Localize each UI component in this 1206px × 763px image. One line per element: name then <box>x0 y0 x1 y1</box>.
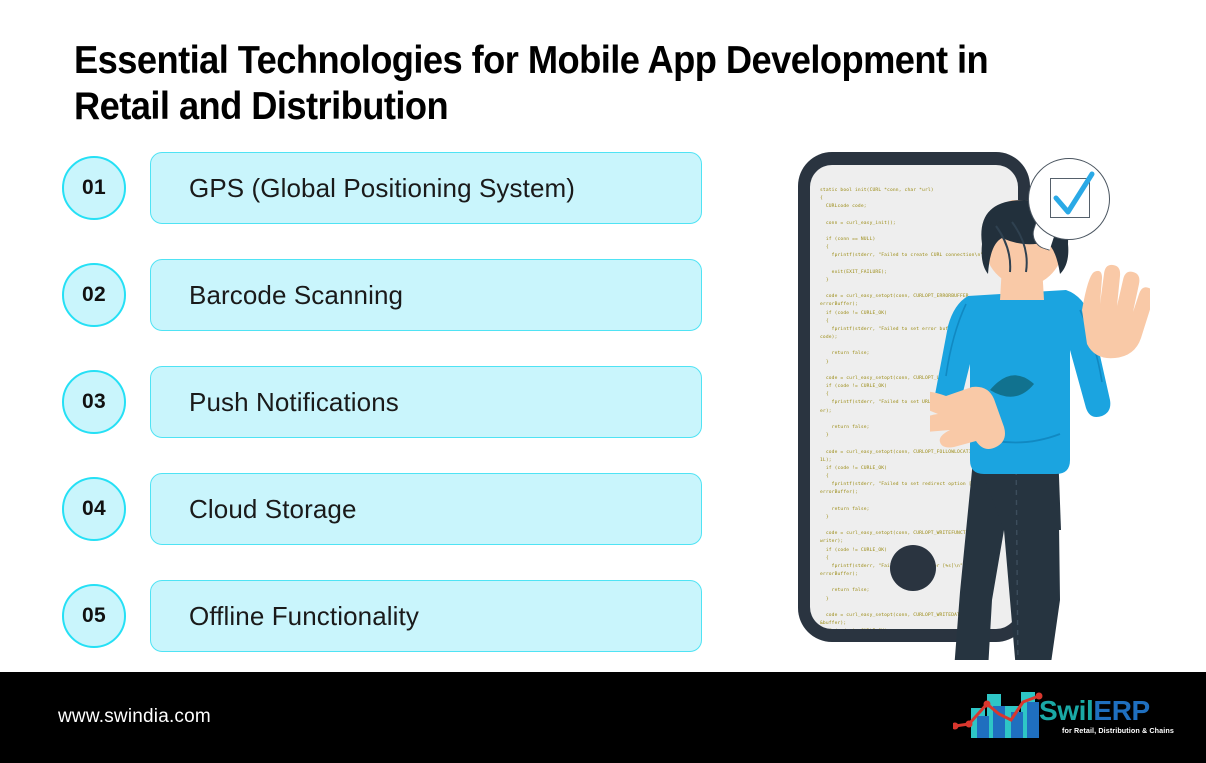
logo-name-primary: Swil <box>1039 695 1094 726</box>
list-item-box[interactable]: GPS (Global Positioning System) <box>150 152 702 224</box>
website-url[interactable]: www.swindia.com <box>58 706 211 728</box>
person-illustration <box>930 200 1150 660</box>
list-item-box[interactable]: Offline Functionality <box>150 580 702 652</box>
list-item-number: 02 <box>82 283 106 306</box>
list-item-box[interactable]: Barcode Scanning <box>150 259 702 331</box>
checkmark-icon <box>1053 171 1095 215</box>
list-item-box[interactable]: Push Notifications <box>150 366 702 438</box>
list-item-number-badge: 03 <box>62 370 126 434</box>
list-item-number: 04 <box>82 497 106 520</box>
logo-tagline: for Retail, Distribution & Chains <box>1062 726 1174 735</box>
list-item-label: Barcode Scanning <box>189 279 404 310</box>
list-item-number: 05 <box>82 604 106 627</box>
list-item-number-badge: 05 <box>62 584 126 648</box>
list-item[interactable]: 01 GPS (Global Positioning System) <box>62 152 712 224</box>
list-item[interactable]: 02 Barcode Scanning <box>62 259 712 331</box>
list-item-number-badge: 01 <box>62 156 126 220</box>
list-item-number-badge: 02 <box>62 263 126 327</box>
infographic-page: Essential Technologies for Mobile App De… <box>0 0 1206 763</box>
logo-name-secondary: ERP <box>1093 695 1150 726</box>
list-item[interactable]: 04 Cloud Storage <box>62 473 712 545</box>
list-item-box[interactable]: Cloud Storage <box>150 473 702 545</box>
logo-wordmark: SwilERP <box>1039 697 1150 725</box>
illustration: static bool init(CURL *conn, char *url) … <box>760 140 1180 660</box>
list-item-number: 03 <box>82 390 106 413</box>
list-item-label: Cloud Storage <box>189 493 357 524</box>
list-item-number: 01 <box>82 176 106 199</box>
list-item-label: Push Notifications <box>189 386 399 417</box>
list-item[interactable]: 03 Push Notifications <box>62 366 712 438</box>
list-item-number-badge: 04 <box>62 477 126 541</box>
page-title: Essential Technologies for Mobile App De… <box>74 39 989 129</box>
list-item-label: Offline Functionality <box>189 600 419 631</box>
technology-list: 01 GPS (Global Positioning System) 02 Ba… <box>62 152 712 652</box>
list-item-label: GPS (Global Positioning System) <box>189 172 576 203</box>
list-item[interactable]: 05 Offline Functionality <box>62 580 712 652</box>
